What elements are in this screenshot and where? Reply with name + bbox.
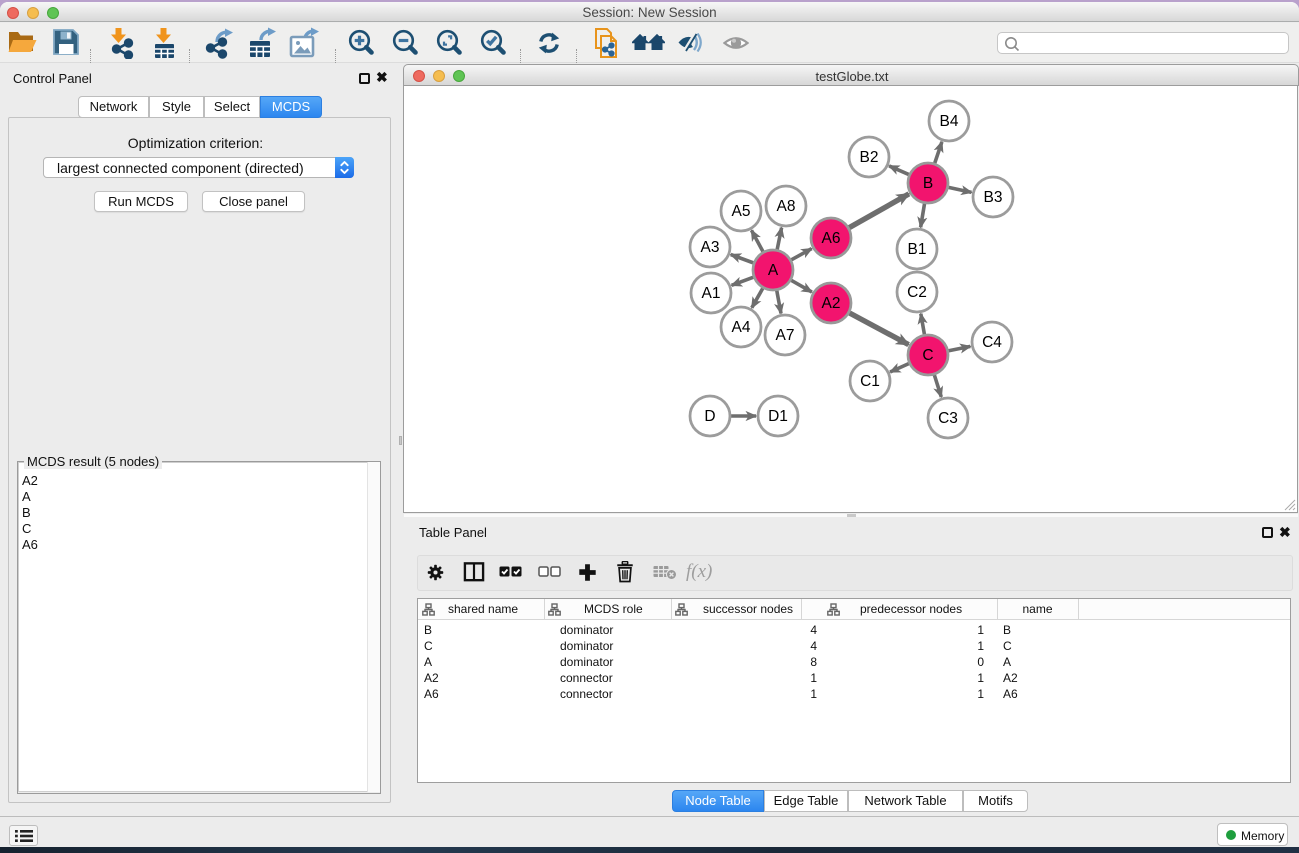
svg-text:A7: A7 xyxy=(776,327,795,344)
svg-text:B: B xyxy=(923,175,933,192)
svg-text:B3: B3 xyxy=(984,189,1003,206)
svg-text:C: C xyxy=(922,347,933,364)
svg-text:B1: B1 xyxy=(908,241,927,258)
svg-text:D: D xyxy=(704,408,715,425)
svg-text:A8: A8 xyxy=(777,198,796,215)
svg-text:A2: A2 xyxy=(822,295,841,312)
svg-text:B2: B2 xyxy=(860,149,879,166)
svg-text:C1: C1 xyxy=(860,373,880,390)
svg-text:D1: D1 xyxy=(768,408,788,425)
svg-text:A6: A6 xyxy=(822,230,841,247)
svg-text:A: A xyxy=(768,262,779,279)
svg-text:C2: C2 xyxy=(907,284,927,301)
svg-text:A1: A1 xyxy=(702,285,721,302)
svg-text:C4: C4 xyxy=(982,334,1002,351)
svg-text:C3: C3 xyxy=(938,410,958,427)
svg-text:A3: A3 xyxy=(701,239,720,256)
svg-text:A5: A5 xyxy=(732,203,751,220)
svg-text:A4: A4 xyxy=(732,319,751,336)
svg-text:B4: B4 xyxy=(940,113,959,130)
